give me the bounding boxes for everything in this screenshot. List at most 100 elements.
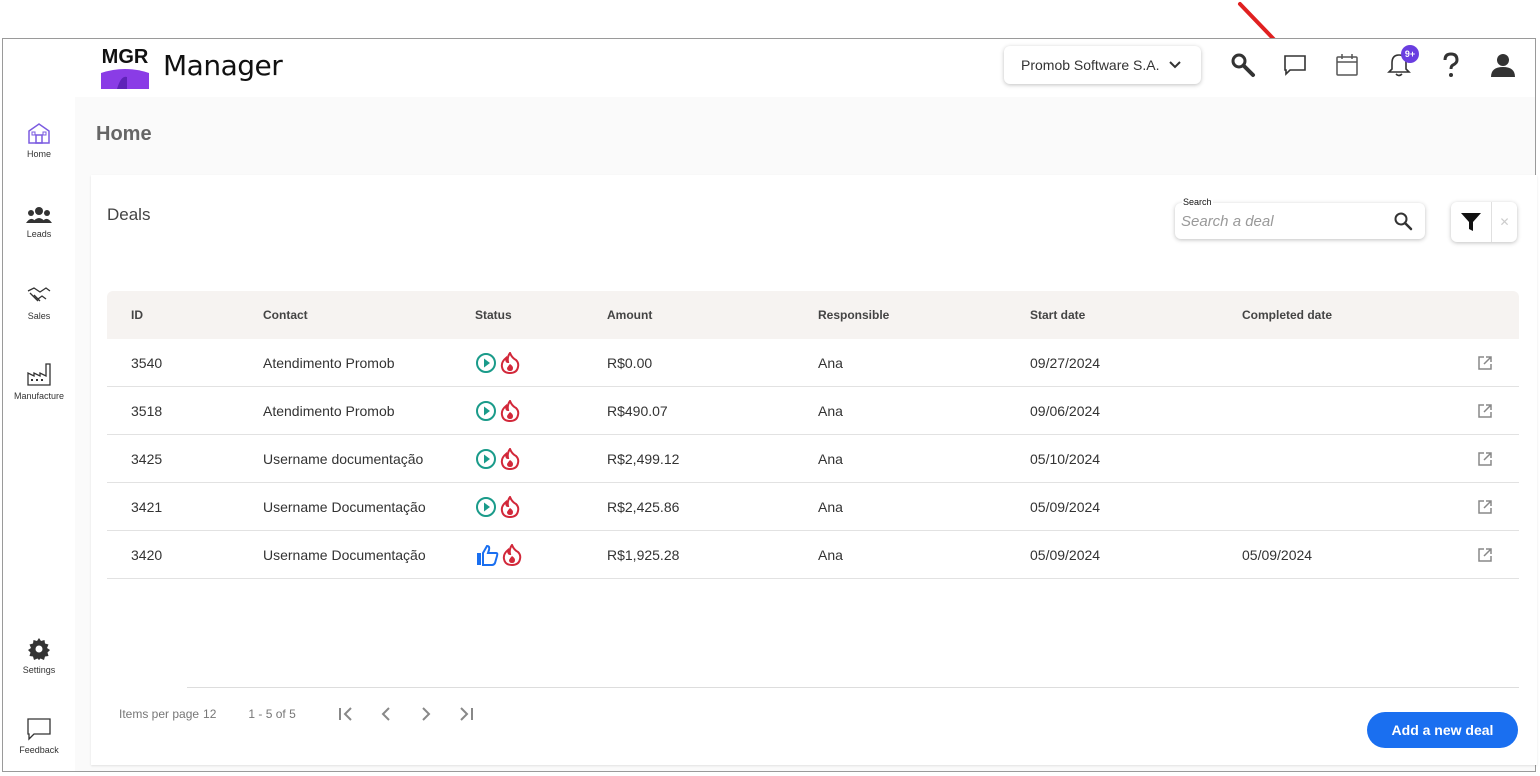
svg-text:MGR: MGR <box>102 46 149 68</box>
open-deal-button[interactable] <box>1477 499 1493 515</box>
deal-id: 3425 <box>131 450 163 467</box>
factory-icon <box>27 363 51 386</box>
calendar-button[interactable] <box>1333 51 1361 79</box>
table-row[interactable]: 3420 Username Documentação R$1,925.28 Ana 05… <box>107 531 1519 579</box>
user-icon <box>1491 54 1515 77</box>
column-completed-date[interactable]: Completed date <box>1242 308 1332 322</box>
open-deal-button[interactable] <box>1477 547 1493 563</box>
items-per-page-label: Items per page <box>119 707 200 721</box>
deal-completed-date: 05/09/2024 <box>1242 546 1313 563</box>
clear-filter-button[interactable]: ✕ <box>1491 202 1517 242</box>
items-per-page-select[interactable]: 12 <box>203 707 216 721</box>
deal-id: 3421 <box>131 498 163 515</box>
search-submit-button[interactable] <box>1393 211 1413 236</box>
notifications-button[interactable]: 9+ <box>1385 45 1419 79</box>
column-responsible[interactable]: Responsible <box>818 308 889 322</box>
deal-status <box>475 495 520 518</box>
table-row[interactable]: 3421 Username Documentação R$2,425.86 Ana 05… <box>107 483 1519 531</box>
help-button[interactable] <box>1437 51 1465 79</box>
chevron-left-icon <box>381 707 390 721</box>
open-deal-button[interactable] <box>1477 355 1493 371</box>
top-bar: MGR Manager Promob Software S.A. 9+ <box>75 39 1535 97</box>
filter-icon <box>1461 213 1481 231</box>
chevron-right-icon <box>422 707 431 721</box>
search-icon <box>1394 212 1413 231</box>
profile-button[interactable] <box>1489 51 1517 79</box>
chat-icon <box>27 718 51 741</box>
notifications-badge: 9+ <box>1401 45 1419 63</box>
filter-group: ✕ <box>1451 202 1517 242</box>
table-row[interactable]: 3518 Atendimento Promob R$490.07 Ana 09/06/2… <box>107 387 1519 435</box>
footer-divider <box>187 687 1519 688</box>
in-progress-icon <box>476 496 496 517</box>
sidebar-item-label: Manufacture <box>13 391 65 401</box>
search-input[interactable] <box>1181 211 1381 231</box>
sidebar-item-label: Feedback <box>19 745 59 755</box>
table-row[interactable]: 3540 Atendimento Promob R$0.00 Ana 09/27/202… <box>107 339 1519 387</box>
last-page-button[interactable] <box>455 703 477 725</box>
column-start-date[interactable]: Start date <box>1030 308 1085 322</box>
deal-id: 3518 <box>131 402 163 419</box>
help-icon <box>1443 52 1459 77</box>
deal-amount: R$2,425.86 <box>607 498 680 515</box>
deal-amount: R$0.00 <box>607 354 653 371</box>
deal-amount: R$1,925.28 <box>607 546 680 563</box>
prev-page-button[interactable] <box>375 703 397 725</box>
sidebar: Home Leads Sales Manufacture Settings Fe… <box>3 39 75 771</box>
column-contact[interactable]: Contact <box>263 308 308 322</box>
open-external-icon <box>1478 499 1492 514</box>
deal-responsible: Ana <box>818 354 843 371</box>
sidebar-item-home[interactable]: Home <box>3 121 75 159</box>
deal-responsible: Ana <box>818 498 843 515</box>
column-status[interactable]: Status <box>475 308 512 322</box>
column-id[interactable]: ID <box>131 308 143 322</box>
deal-contact: Atendimento Promob <box>263 354 395 371</box>
hot-deal-icon <box>500 495 520 518</box>
deals-card: Deals Search ✕ ID <box>91 175 1537 765</box>
search-button[interactable] <box>1229 51 1257 79</box>
first-page-button[interactable] <box>335 703 357 725</box>
deal-start-date: 05/09/2024 <box>1030 546 1101 563</box>
deal-start-date: 05/09/2024 <box>1030 498 1101 515</box>
pagination: Items per page 12 1 - 5 of 5 <box>119 707 296 721</box>
sidebar-item-label: Home <box>26 149 51 159</box>
deal-id: 3420 <box>131 546 163 563</box>
sidebar-item-sales[interactable]: Sales <box>3 283 75 321</box>
sidebar-item-label: Settings <box>22 665 56 675</box>
deal-id: 3540 <box>131 354 163 371</box>
deal-contact: Username Documentação <box>263 498 426 515</box>
chat-icon <box>1284 55 1306 76</box>
app-logo[interactable]: MGR <box>99 39 151 91</box>
hot-deal-icon <box>502 543 522 566</box>
messages-button[interactable] <box>1281 51 1309 79</box>
deal-status <box>475 543 522 566</box>
company-selector[interactable]: Promob Software S.A. <box>1004 46 1201 84</box>
in-progress-icon <box>476 400 496 421</box>
sidebar-item-leads[interactable]: Leads <box>3 205 75 239</box>
deal-amount: R$2,499.12 <box>607 450 680 467</box>
last-page-icon <box>460 707 473 721</box>
sidebar-item-manufacture[interactable]: Manufacture <box>3 361 75 401</box>
deal-search: Search <box>1175 197 1425 239</box>
table-row[interactable]: 3425 Username documentação R$2,499.12 Ana 05… <box>107 435 1519 483</box>
deal-responsible: Ana <box>818 450 843 467</box>
sidebar-item-settings[interactable]: Settings <box>3 637 75 675</box>
next-page-button[interactable] <box>415 703 437 725</box>
gear-icon <box>28 638 50 660</box>
deals-table: ID Contact Status Amount Responsible Sta… <box>107 291 1519 579</box>
hot-deal-icon <box>500 447 520 470</box>
open-deal-button[interactable] <box>1477 451 1493 467</box>
column-amount[interactable]: Amount <box>607 308 652 322</box>
deal-status <box>475 447 520 470</box>
filter-button[interactable] <box>1451 202 1491 242</box>
table-header: ID Contact Status Amount Responsible Sta… <box>107 291 1519 339</box>
deal-status <box>475 351 520 374</box>
sidebar-item-feedback[interactable]: Feedback <box>3 717 75 755</box>
add-deal-button[interactable]: Add a new deal <box>1367 712 1518 748</box>
open-deal-button[interactable] <box>1477 403 1493 419</box>
search-icon <box>1231 53 1255 77</box>
deal-contact: Username Documentação <box>263 546 426 563</box>
deal-responsible: Ana <box>818 402 843 419</box>
company-name: Promob Software S.A. <box>1021 57 1160 73</box>
deal-start-date: 09/06/2024 <box>1030 402 1101 419</box>
